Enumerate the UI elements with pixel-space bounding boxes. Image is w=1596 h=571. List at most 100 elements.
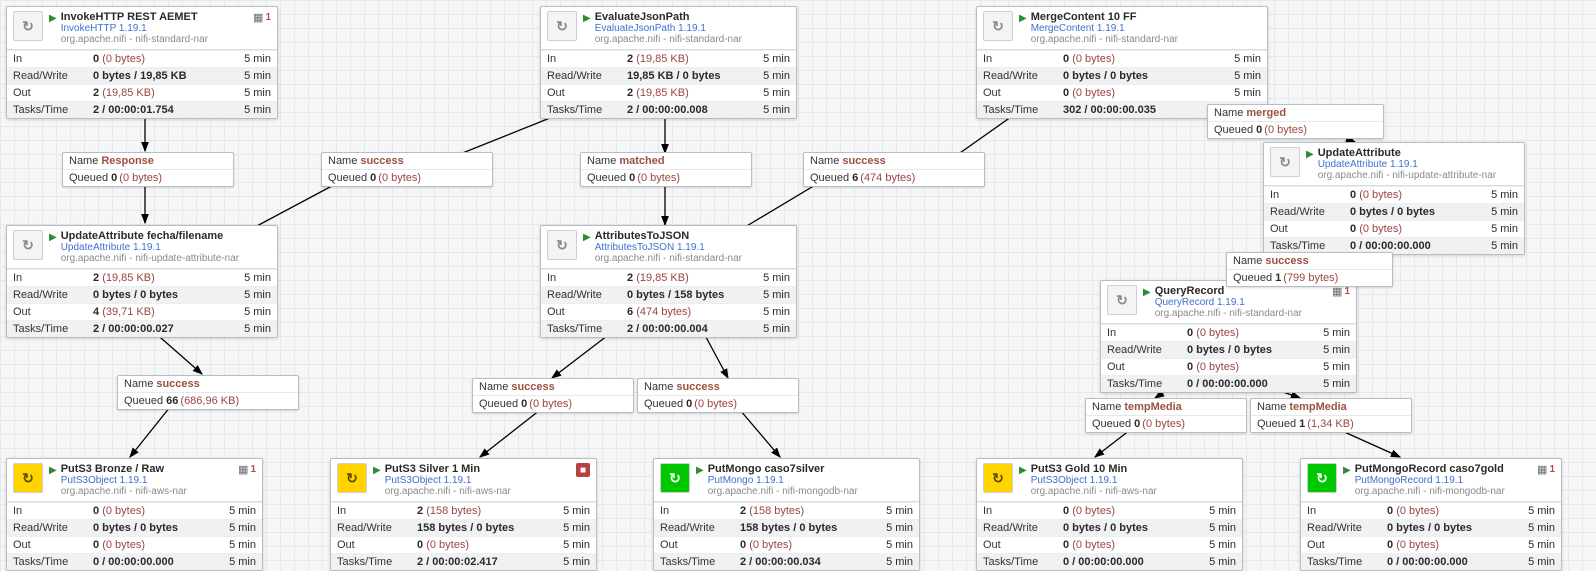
active-thread-count: ▦1 [253, 11, 271, 24]
processor-type: UpdateAttribute 1.19.1 [61, 242, 271, 253]
run-status-icon: ▶ [583, 232, 591, 243]
bulletin-icon[interactable]: ■ [576, 463, 590, 477]
connection-name-label: Name [69, 155, 98, 167]
run-status-icon: ▶ [49, 232, 57, 243]
processor-title: EvaluateJsonPath [595, 11, 790, 23]
processor-title: UpdateAttribute fecha/filename [61, 230, 271, 242]
run-status-icon: ▶ [1343, 465, 1351, 476]
processor-type: PutS3Object 1.19.1 [61, 475, 234, 486]
processor-icon: ↻ [13, 230, 43, 260]
processor-puts3-silver[interactable]: ↻ ▶ PutS3 Silver 1 MinPutS3Object 1.19.1o… [330, 458, 597, 571]
processor-type: PutS3Object 1.19.1 [385, 475, 572, 486]
processor-icon: ↻ [660, 463, 690, 493]
processor-icon: ↻ [1307, 463, 1337, 493]
processor-bundle: org.apache.nifi - nifi-aws-nar [1031, 486, 1236, 497]
processor-stats: In0 (0 bytes)5 min Read/Write0 bytes / 0… [1101, 324, 1356, 392]
connection-success-a[interactable]: Namesuccess Queued0(0 bytes) [321, 152, 493, 187]
processor-puts3-gold[interactable]: ↻ ▶ PutS3 Gold 10 MinPutS3Object 1.19.1or… [976, 458, 1243, 571]
processor-mergecontent[interactable]: ↻ ▶ MergeContent 10 FFMergeContent 1.19.1… [976, 6, 1268, 119]
run-status-icon: ▶ [49, 13, 57, 24]
processor-type: UpdateAttribute 1.19.1 [1318, 159, 1518, 170]
processor-icon: ↻ [1107, 285, 1137, 315]
processor-bundle: org.apache.nifi - nifi-mongodb-nar [1355, 486, 1533, 497]
run-status-icon: ▶ [583, 13, 591, 24]
processor-type: PutMongo 1.19.1 [708, 475, 913, 486]
run-status-icon: ▶ [49, 465, 57, 476]
connection-queued-count: 0 [111, 172, 117, 184]
processor-putmongo-silver[interactable]: ↻▶ PutMongo caso7silverPutMongo 1.19.1or… [653, 458, 920, 571]
run-status-icon: ▶ [696, 465, 704, 476]
processor-icon: ↻ [983, 463, 1013, 493]
processor-title: MergeContent 10 FF [1031, 11, 1261, 23]
connection-success-r[interactable]: Namesuccess Queued0(0 bytes) [637, 378, 799, 413]
processor-stats: In0 (0 bytes)5 min Read/Write0 bytes / 0… [1264, 186, 1524, 254]
processor-bundle: org.apache.nifi - nifi-standard-nar [1155, 308, 1328, 319]
processor-title: PutS3 Bronze / Raw [61, 463, 234, 475]
connection-success-66[interactable]: Namesuccess Queued66(686,96 KB) [117, 375, 299, 410]
connection-tempmedia-b[interactable]: NametempMedia Queued1(1,34 KB) [1250, 398, 1412, 433]
processor-type: InvokeHTTP 1.19.1 [61, 23, 249, 34]
processor-bundle: org.apache.nifi - nifi-standard-nar [595, 253, 790, 264]
processor-title: PutMongoRecord caso7gold [1355, 463, 1533, 475]
processor-stats: In2 (158 bytes)5 min Read/Write158 bytes… [331, 502, 596, 570]
processor-evaluatejsonpath[interactable]: ↻▶ EvaluateJsonPathEvaluateJsonPath 1.19… [540, 6, 797, 119]
processor-type: MergeContent 1.19.1 [1031, 23, 1261, 34]
processor-invokehttp[interactable]: ↻ ▶ InvokeHTTP REST AEMET InvokeHTTP 1.1… [6, 6, 278, 119]
processor-stats: In2 (19,85 KB)5 min Read/Write19,85 KB /… [541, 50, 796, 118]
connection-tempmedia-a[interactable]: NametempMedia Queued0(0 bytes) [1085, 398, 1247, 433]
connection-success-l[interactable]: Namesuccess Queued0(0 bytes) [472, 378, 634, 413]
processor-stats: In0 (0 bytes)5 min Read/Write0 bytes / 0… [1301, 502, 1561, 570]
processor-type: PutS3Object 1.19.1 [1031, 475, 1236, 486]
processor-icon: ↻ [983, 11, 1013, 41]
processor-title: InvokeHTTP REST AEMET [61, 11, 249, 23]
processor-stats: In2 (19,85 KB)5 min Read/Write0 bytes / … [541, 269, 796, 337]
processor-stats: In0 (0 bytes)5 min Read/Write0 bytes / 0… [977, 502, 1242, 570]
run-status-icon: ▶ [1306, 149, 1314, 160]
processor-title: PutS3 Silver 1 Min [385, 463, 572, 475]
processor-title: AttributesToJSON [595, 230, 790, 242]
processor-bundle: org.apache.nifi - nifi-standard-nar [61, 34, 249, 45]
connection-merged[interactable]: Namemerged Queued0(0 bytes) [1207, 104, 1384, 139]
processor-icon: ↻ [547, 230, 577, 260]
processor-bundle: org.apache.nifi - nifi-aws-nar [385, 486, 572, 497]
processor-bundle: org.apache.nifi - nifi-standard-nar [595, 34, 790, 45]
processor-type: QueryRecord 1.19.1 [1155, 297, 1328, 308]
processor-title: PutMongo caso7silver [708, 463, 913, 475]
processor-bundle: org.apache.nifi - nifi-update-attribute-… [61, 253, 271, 264]
processor-putmongorecord-gold[interactable]: ↻ ▶ PutMongoRecord caso7goldPutMongoRecor… [1300, 458, 1562, 571]
connection-response[interactable]: NameResponse Queued0(0 bytes) [62, 152, 234, 187]
run-status-icon: ▶ [1143, 287, 1151, 298]
processor-title: PutS3 Gold 10 Min [1031, 463, 1236, 475]
processor-updateattribute-fecha[interactable]: ↻ ▶ UpdateAttribute fecha/filenameUpdateA… [6, 225, 278, 338]
flow-canvas[interactable]: { "procs":{ "invokehttp":{"title":"Invok… [0, 0, 1596, 571]
processor-type: AttributesToJSON 1.19.1 [595, 242, 790, 253]
run-status-icon: ▶ [373, 465, 381, 476]
active-thread-count: ▦1 [238, 463, 256, 476]
processor-icon: ↻ [337, 463, 367, 493]
processor-stats: In0 (0 bytes)5 min Read/Write0 bytes / 1… [7, 50, 277, 118]
processor-icon: ↻ [1270, 147, 1300, 177]
processor-queryrecord[interactable]: ↻▶ QueryRecordQueryRecord 1.19.1org.apac… [1100, 280, 1357, 393]
processor-icon: ↻ [13, 11, 43, 41]
connection-queued-label: Queued [69, 172, 108, 184]
connection-success-1[interactable]: Namesuccess Queued1(799 bytes) [1226, 252, 1393, 287]
processor-bundle: org.apache.nifi - nifi-aws-nar [61, 486, 234, 497]
run-status-icon: ▶ [1019, 465, 1027, 476]
processor-stats: In2 (19,85 KB)5 min Read/Write0 bytes / … [7, 269, 277, 337]
processor-type: PutMongoRecord 1.19.1 [1355, 475, 1533, 486]
processor-title: UpdateAttribute [1318, 147, 1518, 159]
processor-updateattribute[interactable]: ↻ ▶ UpdateAttributeUpdateAttribute 1.19.1… [1263, 142, 1525, 255]
processor-stats: In0 (0 bytes)5 min Read/Write0 bytes / 0… [7, 502, 262, 570]
processor-icon: ↻ [13, 463, 43, 493]
processor-type: EvaluateJsonPath 1.19.1 [595, 23, 790, 34]
processor-bundle: org.apache.nifi - nifi-update-attribute-… [1318, 170, 1518, 181]
run-status-icon: ▶ [1019, 13, 1027, 24]
processor-stats: In2 (158 bytes)5 min Read/Write158 bytes… [654, 502, 919, 570]
processor-bundle: org.apache.nifi - nifi-standard-nar [1031, 34, 1261, 45]
active-thread-count: ▦1 [1537, 463, 1555, 476]
processor-puts3-bronze[interactable]: ↻ ▶ PutS3 Bronze / RawPutS3Object 1.19.1o… [6, 458, 263, 571]
connection-success-6[interactable]: Namesuccess Queued6(474 bytes) [803, 152, 985, 187]
processor-attributestojson[interactable]: ↻ ▶ AttributesToJSONAttributesToJSON 1.19… [540, 225, 797, 338]
connection-name: Response [101, 155, 154, 167]
connection-matched[interactable]: Namematched Queued0(0 bytes) [580, 152, 752, 187]
